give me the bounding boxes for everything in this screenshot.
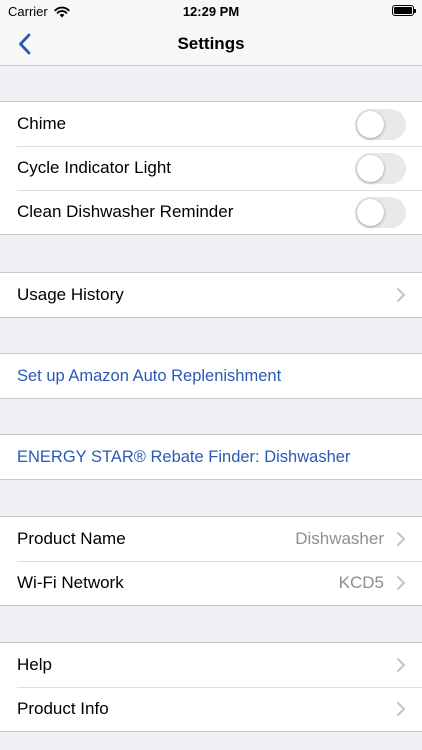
amazon-auto-replenishment-row[interactable]: Set up Amazon Auto Replenishment	[0, 354, 422, 398]
wifi-network-label: Wi-Fi Network	[17, 573, 124, 592]
help-label: Help	[17, 655, 52, 674]
product-info-row[interactable]: Product Info	[0, 687, 422, 731]
chevron-right-icon	[397, 532, 405, 546]
cycle-indicator-light-row: Cycle Indicator Light	[0, 146, 422, 190]
amazon-auto-replenishment-link[interactable]: Set up Amazon Auto Replenishment	[17, 367, 406, 386]
chevron-right-icon	[397, 288, 405, 302]
page-title: Settings	[177, 34, 245, 53]
energy-star-group: ENERGY STAR® Rebate Finder: Dishwasher	[0, 434, 422, 480]
amazon-group: Set up Amazon Auto Replenishment	[0, 353, 422, 399]
chime-row: Chime	[0, 102, 422, 146]
toggle-group: Chime Cycle Indicator Light Clean Dishwa…	[0, 101, 422, 235]
chevron-right-icon	[397, 702, 405, 716]
wifi-network-row[interactable]: Wi-Fi Network KCD5	[0, 561, 422, 605]
toggle-knob	[357, 154, 384, 182]
chevron-right-icon	[397, 658, 405, 672]
energy-star-rebate-link[interactable]: ENERGY STAR® Rebate Finder: Dishwasher	[17, 448, 406, 467]
clean-dishwasher-reminder-toggle[interactable]	[355, 196, 406, 228]
usage-history-label: Usage History	[17, 285, 124, 304]
chevron-right-icon	[397, 576, 405, 590]
cycle-indicator-light-label: Cycle Indicator Light	[17, 158, 172, 177]
usage-group: Usage History	[0, 272, 422, 318]
usage-history-row[interactable]: Usage History	[0, 273, 422, 317]
toggle-knob	[357, 198, 384, 226]
chime-label: Chime	[17, 114, 67, 133]
product-name-row[interactable]: Product Name Dishwasher	[0, 517, 422, 561]
status-bar: Carrier 12:29 PM	[0, 0, 422, 22]
wifi-network-value: KCD5	[338, 573, 384, 592]
device-group: Product Name Dishwasher Wi-Fi Network KC…	[0, 516, 422, 606]
help-row[interactable]: Help	[0, 643, 422, 687]
product-info-label: Product Info	[17, 699, 109, 718]
toggle-knob	[357, 110, 384, 138]
clean-dishwasher-reminder-row: Clean Dishwasher Reminder	[0, 190, 422, 234]
chime-toggle[interactable]	[355, 108, 406, 140]
navigation-bar: Settings	[0, 22, 422, 66]
product-name-value: Dishwasher	[295, 529, 384, 548]
product-name-label: Product Name	[17, 529, 126, 548]
battery-icon	[392, 5, 416, 16]
cycle-indicator-light-toggle[interactable]	[355, 152, 406, 184]
support-group: Help Product Info	[0, 642, 422, 732]
clean-dishwasher-reminder-label: Clean Dishwasher Reminder	[17, 202, 234, 221]
energy-star-rebate-row[interactable]: ENERGY STAR® Rebate Finder: Dishwasher	[0, 435, 422, 479]
status-time: 12:29 PM	[182, 4, 240, 19]
